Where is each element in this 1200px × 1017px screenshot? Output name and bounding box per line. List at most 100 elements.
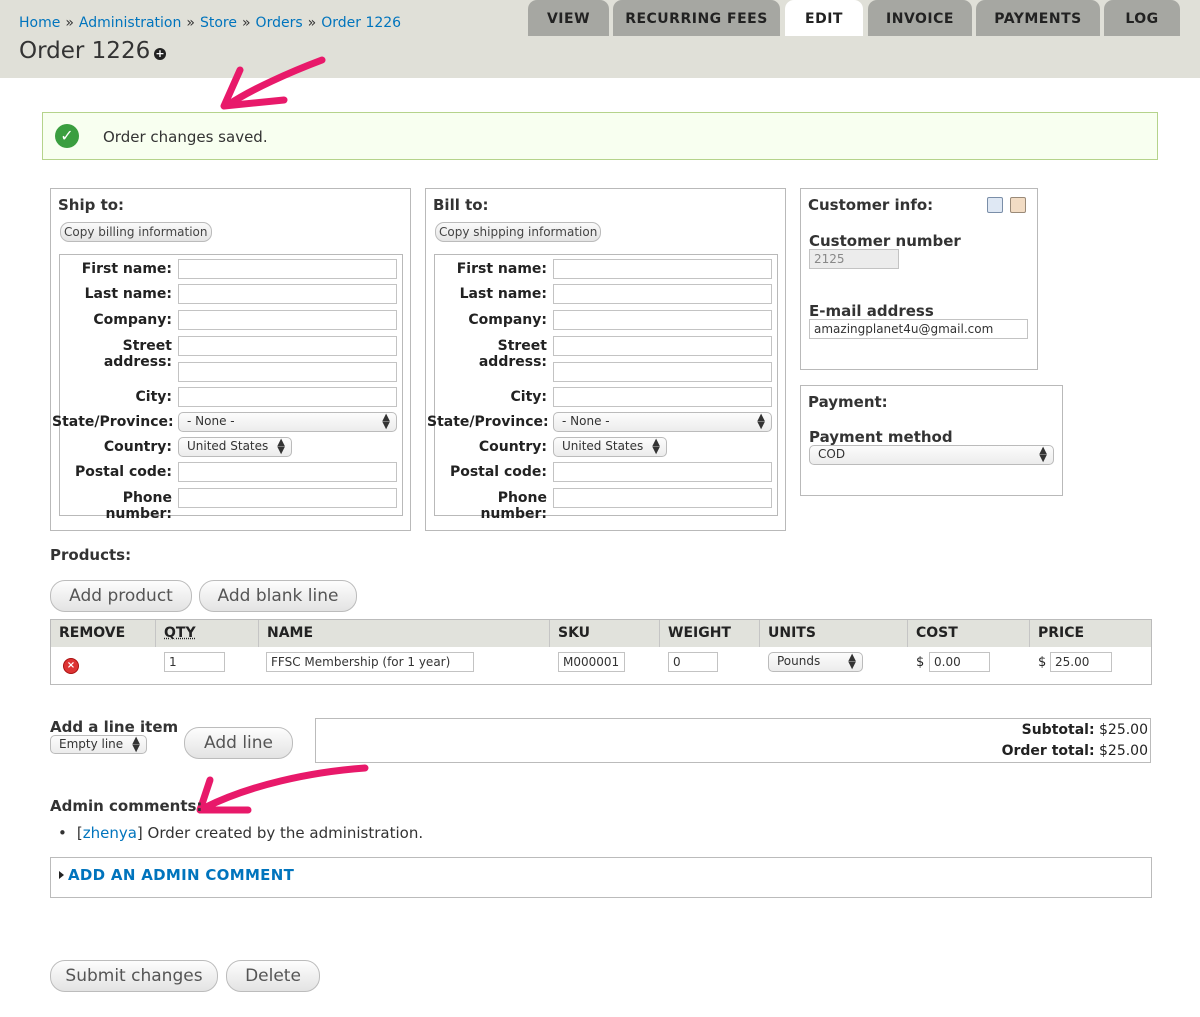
- customer-info-title: Customer info:: [808, 196, 934, 214]
- status-message: ✓ Order changes saved.: [42, 112, 1158, 160]
- col-qty: QTY: [155, 620, 258, 647]
- ship-country-label: Country:: [103, 439, 172, 455]
- bill-last-name-input[interactable]: [553, 284, 772, 304]
- comment-user-link[interactable]: zhenya: [83, 824, 137, 842]
- select-arrows-icon: ▲ ▼: [132, 735, 140, 754]
- ship-phone-input[interactable]: [178, 488, 397, 508]
- tab-view[interactable]: VIEW: [528, 0, 609, 36]
- bill-postal-label: Postal code:: [449, 464, 547, 480]
- bill-first-name-input[interactable]: [553, 259, 772, 279]
- bill-city-label: City:: [510, 389, 548, 405]
- line-item-type-value: Empty line: [59, 737, 124, 751]
- units-value: Pounds: [777, 654, 821, 668]
- ship-street-input-1[interactable]: [178, 336, 397, 356]
- breadcrumb-home[interactable]: Home: [19, 15, 60, 31]
- add-admin-comment-toggle[interactable]: ADD AN ADMIN COMMENT: [59, 866, 294, 884]
- ship-state-select[interactable]: - None - ▲ ▼: [178, 412, 397, 432]
- ship-company-input[interactable]: [178, 310, 397, 330]
- line-item-type-select[interactable]: Empty line ▲ ▼: [50, 735, 147, 754]
- ship-postal-input[interactable]: [178, 462, 397, 482]
- tab-recurring-fees[interactable]: RECURRING FEES: [613, 0, 780, 36]
- breadcrumb-store[interactable]: Store: [200, 15, 237, 31]
- col-weight: WEIGHT: [659, 620, 759, 647]
- breadcrumb-separator: »: [65, 15, 74, 31]
- breadcrumb-administration[interactable]: Administration: [79, 15, 181, 31]
- bill-street-input-2[interactable]: [553, 362, 772, 382]
- remove-product-icon[interactable]: ×: [63, 658, 79, 674]
- ship-country-select[interactable]: United States ▲ ▼: [178, 437, 292, 457]
- subtotal-value: $25.00: [1099, 722, 1148, 738]
- select-arrows-icon: ▲ ▼: [277, 437, 285, 456]
- ship-city-label: City:: [135, 389, 173, 405]
- ship-city-input[interactable]: [178, 387, 397, 407]
- ship-country-value: United States: [187, 439, 269, 453]
- tab-edit[interactable]: EDIT: [785, 0, 863, 36]
- col-remove: REMOVE: [59, 625, 126, 641]
- ship-street-input-2[interactable]: [178, 362, 397, 382]
- email-label: E-mail address: [809, 302, 934, 320]
- bill-last-name-label: Last name:: [459, 286, 547, 302]
- bill-street-label: Street address:: [478, 338, 547, 370]
- add-shortcut-icon[interactable]: +: [154, 48, 166, 60]
- bill-first-name-label: First name:: [456, 261, 547, 277]
- ship-state-value: - None -: [187, 414, 235, 428]
- add-line-item-title: Add a line item: [50, 718, 179, 736]
- products-table: REMOVE QTY NAME SKU WEIGHT UNITS COST PR…: [50, 619, 1152, 685]
- select-arrows-icon: ▲ ▼: [382, 412, 390, 431]
- search-customer-icon[interactable]: [987, 197, 1003, 213]
- expand-triangle-icon: [59, 871, 64, 879]
- bill-state-label: State/Province:: [427, 414, 549, 430]
- products-table-header: REMOVE QTY NAME SKU WEIGHT UNITS COST PR…: [51, 620, 1151, 647]
- product-name-input[interactable]: FFSC Membership (for 1 year): [266, 652, 474, 672]
- add-product-button[interactable]: Add product: [50, 580, 192, 612]
- breadcrumb-separator: »: [307, 15, 317, 31]
- products-title: Products:: [50, 546, 132, 564]
- cost-input[interactable]: 0.00: [929, 652, 990, 672]
- bill-phone-input[interactable]: [553, 488, 772, 508]
- col-name: NAME: [258, 620, 549, 647]
- select-arrows-icon: ▲ ▼: [848, 652, 856, 671]
- order-totals: Subtotal: $25.00 Order total: $25.00: [315, 718, 1151, 763]
- tab-log[interactable]: LOG: [1104, 0, 1180, 36]
- payment-method-select[interactable]: COD ▲ ▼: [809, 445, 1054, 465]
- tab-invoice[interactable]: INVOICE: [868, 0, 972, 36]
- bill-phone-label: Phone number:: [480, 490, 547, 522]
- ship-street-label: Street address:: [103, 338, 172, 370]
- page-title: Order 1226: [19, 38, 151, 64]
- bill-state-select[interactable]: - None - ▲ ▼: [553, 412, 772, 432]
- copy-billing-button[interactable]: Copy billing information: [60, 222, 212, 242]
- weight-input[interactable]: 0: [668, 652, 718, 672]
- bill-city-input[interactable]: [553, 387, 772, 407]
- ship-last-name-label: Last name:: [84, 286, 172, 302]
- add-line-button[interactable]: Add line: [184, 727, 293, 759]
- units-select[interactable]: Pounds ▲ ▼: [768, 652, 863, 672]
- customer-number-label: Customer number: [809, 232, 961, 250]
- bill-street-input-1[interactable]: [553, 336, 772, 356]
- breadcrumb-orders[interactable]: Orders: [256, 15, 303, 31]
- bill-postal-input[interactable]: [553, 462, 772, 482]
- bill-country-select[interactable]: United States ▲ ▼: [553, 437, 667, 457]
- ship-postal-label: Postal code:: [74, 464, 172, 480]
- tab-payments[interactable]: PAYMENTS: [976, 0, 1100, 36]
- price-input[interactable]: 25.00: [1050, 652, 1112, 672]
- bill-address-table: First name: Last name: Company: Street a…: [427, 254, 778, 522]
- ship-company-label: Company:: [93, 312, 172, 328]
- submit-changes-button[interactable]: Submit changes: [50, 960, 218, 992]
- email-field[interactable]: amazingplanet4u@gmail.com: [809, 319, 1028, 339]
- add-admin-comment-fieldset: ADD AN ADMIN COMMENT: [50, 857, 1152, 898]
- bill-country-label: Country:: [478, 439, 547, 455]
- bill-company-input[interactable]: [553, 310, 772, 330]
- ship-first-name-input[interactable]: [178, 259, 397, 279]
- sku-input[interactable]: M000001: [558, 652, 625, 672]
- add-blank-line-button[interactable]: Add blank line: [199, 580, 357, 612]
- qty-input[interactable]: 1: [164, 652, 225, 672]
- breadcrumb-order[interactable]: Order 1226: [321, 15, 401, 31]
- status-message-text: Order changes saved.: [103, 128, 268, 146]
- ship-last-name-input[interactable]: [178, 284, 397, 304]
- delete-button[interactable]: Delete: [226, 960, 320, 992]
- copy-shipping-button[interactable]: Copy shipping information: [435, 222, 602, 242]
- customer-info-fieldset: Customer info: Customer number 2125 E-ma…: [800, 188, 1038, 370]
- col-units: UNITS: [759, 620, 907, 647]
- user-icon[interactable]: [1010, 197, 1026, 213]
- subtotal-line: Subtotal: $25.00: [1022, 722, 1148, 738]
